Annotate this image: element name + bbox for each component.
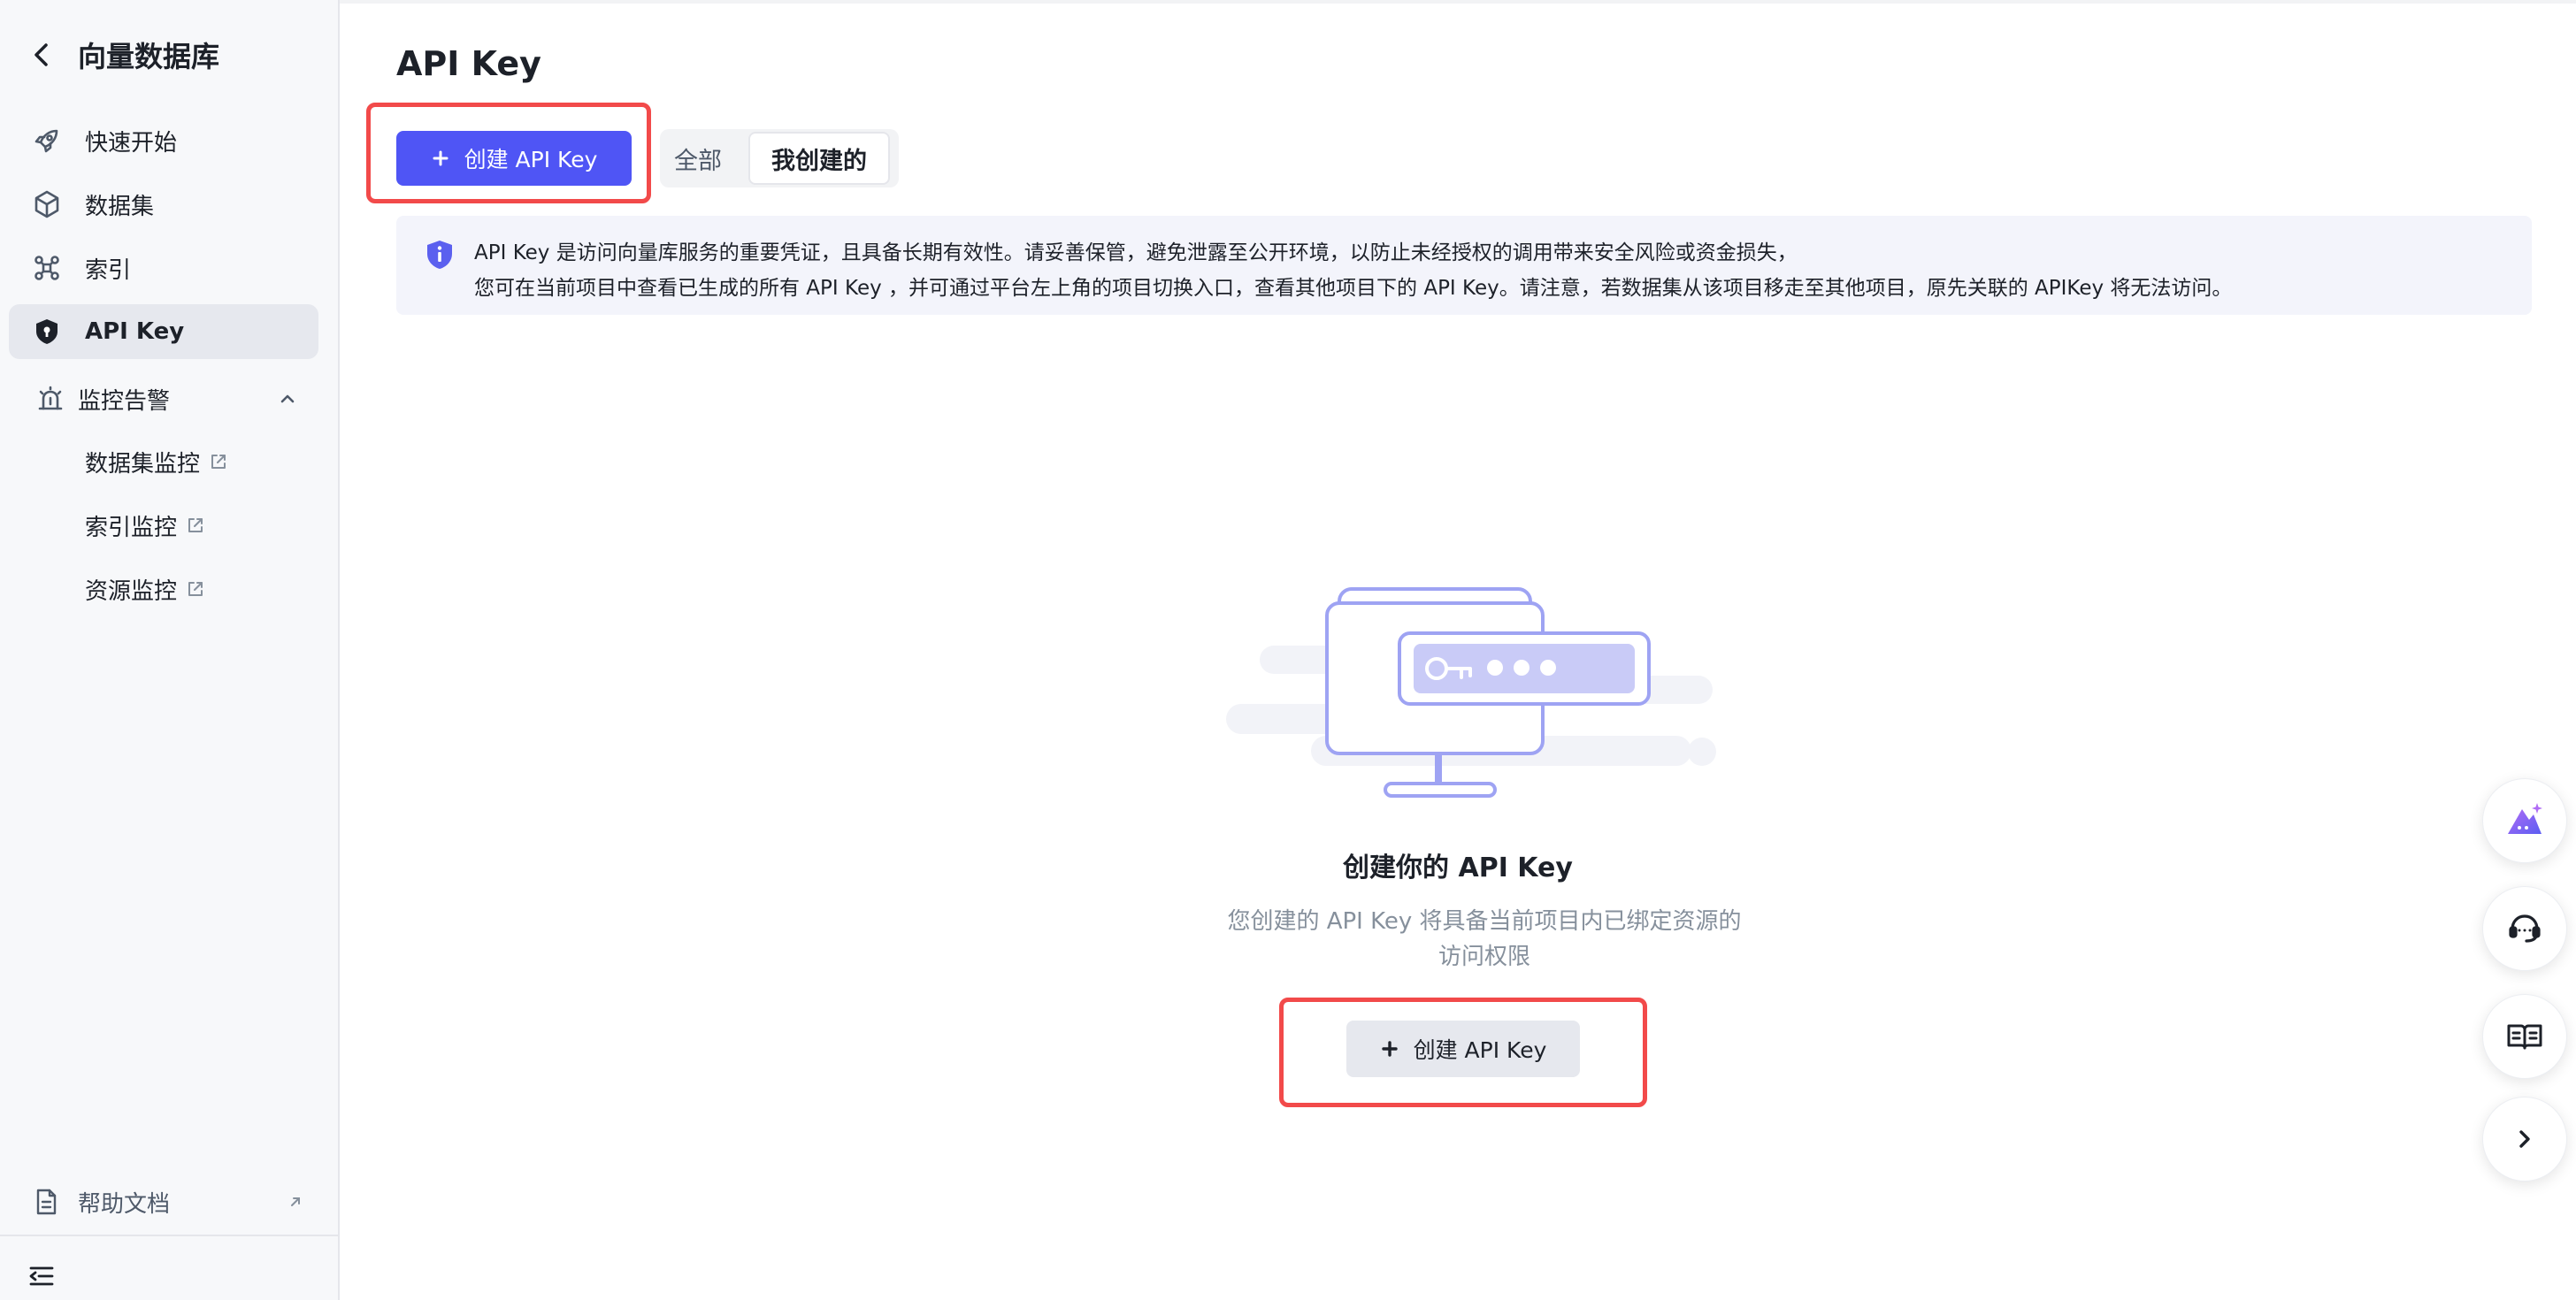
- main-content: API Key 创建 API Key 全部 我创建的 API Key 是访问向量…: [340, 0, 2576, 1300]
- arrow-up-right-icon: [291, 1197, 300, 1206]
- app-root: 向量数据库 快速开始 数据集 索引 API Key 监控告警 数据集监控 索引监…: [0, 0, 2576, 1300]
- notice-line-1: API Key 是访问向量库服务的重要凭证，且具备长期有效性。请妥善保管，避免泄…: [474, 241, 1798, 264]
- notice-line-2: 您可在当前项目中查看已生成的所有 API Key ，并可通过平台左上角的项目切换…: [474, 277, 2233, 300]
- sidebar-title: 向量数据库: [78, 40, 220, 73]
- sidebar-item-monitoring[interactable]: 监控告警: [9, 371, 318, 426]
- book-icon: [2507, 1024, 2542, 1050]
- sidebar-sub-resource-monitor[interactable]: 资源监控: [85, 570, 205, 608]
- info-notice: API Key 是访问向量库服务的重要凭证，且具备长期有效性。请妥善保管，避免泄…: [396, 216, 2532, 315]
- sidebar-item-index[interactable]: 索引: [9, 241, 318, 295]
- shield-icon: [36, 319, 58, 344]
- sidebar-sub-dataset-monitor[interactable]: 数据集监控: [85, 442, 228, 481]
- expand-panel-button[interactable]: [2482, 1097, 2567, 1181]
- sidebar-item-label: 监控告警: [78, 387, 171, 415]
- sidebar-item-label: 数据集: [85, 193, 155, 220]
- filter-tabs: 全部 我创建的: [660, 129, 1231, 187]
- sidebar-divider: [0, 1235, 338, 1236]
- sidebar-item-label: 快速开始: [85, 129, 178, 157]
- key-monitor-illustration: [1226, 587, 1716, 798]
- plus-icon: [433, 150, 448, 166]
- external-link-icon: [211, 455, 226, 469]
- empty-create-api-key-button[interactable]: 创建 API Key: [1346, 1021, 1580, 1077]
- external-link-icon: [188, 582, 203, 596]
- external-link-icon: [188, 518, 203, 532]
- sidebar-sub-label: 索引监控: [85, 514, 178, 541]
- chevron-up-icon[interactable]: [278, 389, 297, 409]
- chevron-right-icon: [2519, 1130, 2530, 1148]
- alarm-icon: [38, 386, 63, 410]
- sidebar-sub-label: 数据集监控: [85, 450, 201, 478]
- empty-desc-line-2: 访问权限: [1438, 944, 1530, 970]
- support-button[interactable]: [2482, 886, 2567, 971]
- empty-create-api-key-label: 创建 API Key: [1413, 1037, 1547, 1063]
- sidebar: 向量数据库 快速开始 数据集 索引 API Key 监控告警 数据集监控 索引监…: [0, 0, 340, 1300]
- headset-icon: [2509, 914, 2541, 943]
- ai-assistant-button[interactable]: [2482, 778, 2567, 863]
- sidebar-help-docs[interactable]: 帮助文档: [9, 1174, 318, 1229]
- ai-assistant-icon: [2508, 803, 2542, 834]
- cube-icon: [34, 190, 59, 218]
- document-icon: [36, 1189, 57, 1215]
- top-divider: [340, 0, 2576, 4]
- sidebar-item-label: API Key: [85, 318, 185, 345]
- empty-desc-line-1: 您创建的 API Key 将具备当前项目内已绑定资源的: [1227, 908, 1742, 935]
- sidebar-item-label: 索引: [85, 256, 132, 284]
- sidebar-help-label: 帮助文档: [78, 1190, 171, 1218]
- sidebar-item-api-key[interactable]: API Key: [9, 304, 318, 359]
- empty-state-title: 创建你的 API Key: [1343, 853, 1573, 883]
- create-api-key-button[interactable]: 创建 API Key: [396, 131, 632, 186]
- sidebar-item-quick-start[interactable]: 快速开始: [9, 113, 318, 168]
- nodes-icon: [34, 256, 59, 280]
- chevron-left-icon[interactable]: [30, 42, 53, 68]
- tab-all[interactable]: 全部: [674, 141, 722, 176]
- docs-button[interactable]: [2482, 994, 2567, 1079]
- plus-icon: [1381, 1041, 1398, 1057]
- empty-state-description: 您创建的 API Key 将具备当前项目内已绑定资源的 访问权限: [1184, 904, 1785, 975]
- sidebar-sub-label: 资源监控: [85, 577, 178, 605]
- page-title: API Key: [396, 44, 541, 83]
- sidebar-sub-index-monitor[interactable]: 索引监控: [85, 506, 205, 545]
- sidebar-header: 向量数据库: [30, 34, 219, 76]
- collapse-menu-icon[interactable]: [28, 1265, 55, 1288]
- tab-mine[interactable]: 我创建的: [748, 132, 890, 185]
- info-shield-icon: [427, 241, 452, 269]
- rocket-icon: [34, 129, 58, 153]
- sidebar-item-dataset[interactable]: 数据集: [9, 177, 318, 232]
- tab-mine-label: 我创建的: [771, 147, 867, 175]
- create-api-key-label: 创建 API Key: [464, 147, 598, 172]
